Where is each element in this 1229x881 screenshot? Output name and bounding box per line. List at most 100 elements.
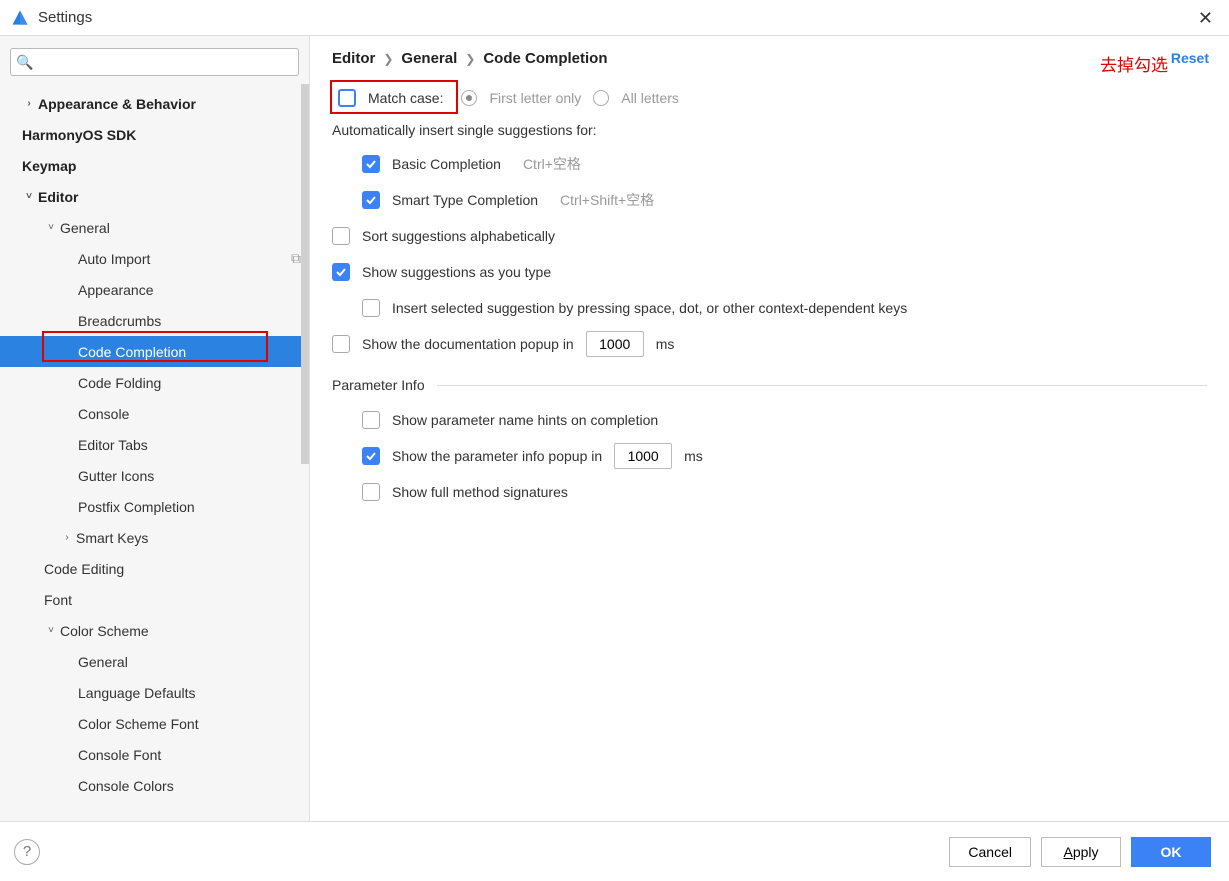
apply-button[interactable]: Apply bbox=[1041, 837, 1121, 867]
basic-completion-shortcut: Ctrl+空格 bbox=[523, 154, 581, 174]
show-as-type-checkbox[interactable] bbox=[332, 263, 350, 281]
chevron-right-icon[interactable]: › bbox=[60, 532, 74, 543]
tree-item-label: Postfix Completion bbox=[78, 499, 195, 515]
tree-item[interactable]: Keymap bbox=[0, 150, 309, 181]
chevron-right-icon: ❯ bbox=[383, 52, 393, 66]
close-icon[interactable]: ✕ bbox=[1198, 8, 1213, 29]
show-as-type-label: Show suggestions as you type bbox=[362, 264, 551, 280]
param-hints-checkbox[interactable] bbox=[362, 411, 380, 429]
app-logo-icon bbox=[10, 8, 30, 28]
param-hints-label: Show parameter name hints on completion bbox=[392, 412, 658, 428]
tree-item[interactable]: Breadcrumbs bbox=[0, 305, 309, 336]
help-icon[interactable]: ? bbox=[14, 839, 40, 865]
doc-popup-label-pre: Show the documentation popup in bbox=[362, 336, 574, 352]
reset-link[interactable]: Reset bbox=[1171, 50, 1209, 66]
annotation-arrow-icon bbox=[770, 52, 1080, 53]
tree-item-label: General bbox=[78, 654, 128, 670]
tree-item-label: Font bbox=[44, 592, 72, 608]
doc-popup-label-post: ms bbox=[656, 336, 675, 352]
first-letter-radio[interactable] bbox=[461, 90, 477, 106]
tree-item-label: Code Completion bbox=[78, 344, 186, 360]
tree-item[interactable]: HarmonyOS SDK bbox=[0, 119, 309, 150]
dialog-footer: ? Cancel Apply OK bbox=[0, 821, 1229, 881]
sort-alpha-label: Sort suggestions alphabetically bbox=[362, 228, 555, 244]
tree-item-label: Code Editing bbox=[44, 561, 124, 577]
tree-item[interactable]: Postfix Completion bbox=[0, 491, 309, 522]
ok-button[interactable]: OK bbox=[1131, 837, 1211, 867]
tree-item[interactable]: Console Font bbox=[0, 739, 309, 770]
smart-type-shortcut: Ctrl+Shift+空格 bbox=[560, 190, 654, 210]
tree-item[interactable]: Code Folding bbox=[0, 367, 309, 398]
doc-popup-checkbox[interactable] bbox=[332, 335, 350, 353]
all-letters-radio[interactable] bbox=[593, 90, 609, 106]
tree-item-label: Color Scheme Font bbox=[78, 716, 199, 732]
param-popup-label-post: ms bbox=[684, 448, 703, 464]
tree-item[interactable]: Gutter Icons bbox=[0, 460, 309, 491]
tree-item[interactable]: Auto Import ⧉ bbox=[0, 243, 309, 274]
match-case-label: Match case: bbox=[368, 90, 443, 106]
full-sig-checkbox[interactable] bbox=[362, 483, 380, 501]
cancel-button[interactable]: Cancel bbox=[949, 837, 1031, 867]
tree-item-label: Appearance & Behavior bbox=[38, 96, 196, 112]
basic-completion-label: Basic Completion bbox=[392, 156, 501, 172]
tree-item-label: Editor bbox=[38, 189, 78, 205]
tree-item[interactable]: Appearance bbox=[0, 274, 309, 305]
doc-popup-value-input[interactable] bbox=[586, 331, 644, 357]
titlebar: Settings ✕ bbox=[0, 0, 1229, 36]
tree-item-label: Language Defaults bbox=[78, 685, 196, 701]
tree-item[interactable]: ›Smart Keys bbox=[0, 522, 309, 553]
tree-item[interactable]: ˅Editor bbox=[0, 181, 309, 212]
annotation-text: 去掉勾选 bbox=[1100, 51, 1168, 76]
tree-item-label: Console bbox=[78, 406, 129, 422]
param-popup-checkbox[interactable] bbox=[362, 447, 380, 465]
tree-item[interactable]: Code Editing bbox=[0, 553, 309, 584]
chevron-down-icon[interactable]: ˅ bbox=[44, 625, 58, 636]
tree-item-label: Color Scheme bbox=[60, 623, 149, 639]
sidebar-scrollbar[interactable] bbox=[301, 84, 309, 464]
tree-item[interactable]: Code Completion bbox=[0, 336, 309, 367]
tree-item[interactable]: ›Appearance & Behavior bbox=[0, 88, 309, 119]
tree-item[interactable]: Editor Tabs bbox=[0, 429, 309, 460]
chevron-right-icon[interactable]: › bbox=[22, 98, 36, 109]
tree-item-label: HarmonyOS SDK bbox=[22, 127, 136, 143]
tree-item-label: Editor Tabs bbox=[78, 437, 148, 453]
insert-selected-label: Insert selected suggestion by pressing s… bbox=[392, 300, 907, 316]
breadcrumb-item[interactable]: General bbox=[401, 50, 457, 67]
sort-alpha-checkbox[interactable] bbox=[332, 227, 350, 245]
match-case-checkbox[interactable] bbox=[338, 89, 356, 107]
param-popup-value-input[interactable] bbox=[614, 443, 672, 469]
tree-item-label: Gutter Icons bbox=[78, 468, 154, 484]
tree-item[interactable]: Font bbox=[0, 584, 309, 615]
chevron-down-icon[interactable]: ˅ bbox=[22, 191, 36, 202]
basic-completion-checkbox[interactable] bbox=[362, 155, 380, 173]
tree-item[interactable]: Language Defaults bbox=[0, 677, 309, 708]
tree-item-label: Breadcrumbs bbox=[78, 313, 161, 329]
insert-selected-checkbox[interactable] bbox=[362, 299, 380, 317]
settings-sidebar: 🔍 ›Appearance & BehaviorHarmonyOS SDKKey… bbox=[0, 36, 310, 821]
tree-item[interactable]: Console Colors bbox=[0, 770, 309, 801]
param-popup-label-pre: Show the parameter info popup in bbox=[392, 448, 602, 464]
tree-item-label: Code Folding bbox=[78, 375, 161, 391]
tree-item[interactable]: General bbox=[0, 646, 309, 677]
settings-content: Editor ❯ General ❯ Code Completion Reset… bbox=[310, 36, 1229, 821]
settings-tree[interactable]: ›Appearance & BehaviorHarmonyOS SDKKeyma… bbox=[0, 84, 309, 821]
tree-item[interactable]: ˅General bbox=[0, 212, 309, 243]
window-title: Settings bbox=[38, 9, 92, 26]
full-sig-label: Show full method signatures bbox=[392, 484, 568, 500]
tree-item-label: Auto Import bbox=[78, 251, 150, 267]
tree-item-label: Smart Keys bbox=[76, 530, 148, 546]
tree-item[interactable]: Color Scheme Font bbox=[0, 708, 309, 739]
copy-icon[interactable]: ⧉ bbox=[291, 250, 301, 267]
smart-type-label: Smart Type Completion bbox=[392, 192, 538, 208]
tree-item-label: Appearance bbox=[78, 282, 154, 298]
breadcrumb-item[interactable]: Editor bbox=[332, 50, 375, 67]
tree-item-label: Console Font bbox=[78, 747, 161, 763]
tree-item[interactable]: Console bbox=[0, 398, 309, 429]
smart-type-checkbox[interactable] bbox=[362, 191, 380, 209]
search-input[interactable] bbox=[10, 48, 299, 76]
tree-item[interactable]: ˅Color Scheme bbox=[0, 615, 309, 646]
breadcrumb-item[interactable]: Code Completion bbox=[483, 50, 607, 67]
tree-item-label: General bbox=[60, 220, 110, 236]
chevron-down-icon[interactable]: ˅ bbox=[44, 222, 58, 233]
tree-item-label: Console Colors bbox=[78, 778, 174, 794]
